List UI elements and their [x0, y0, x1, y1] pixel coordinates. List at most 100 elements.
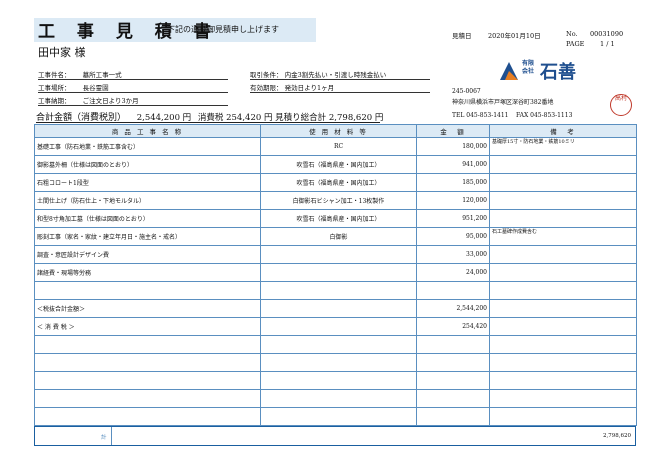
cell-note: [489, 263, 637, 282]
table-row: [34, 389, 637, 408]
cell-amount: [416, 353, 490, 372]
cell-note: 基礎厚15寸・防石地業・鉄筋10ミリ: [489, 137, 637, 156]
cell-note: [489, 245, 637, 264]
cell-material: [260, 353, 417, 372]
table-row: 諸経費・現場等労務 24,000: [34, 263, 637, 282]
work-period-row: 工事納期： ご注文日より3か月: [38, 95, 228, 106]
page-number: 1 / 1: [600, 40, 615, 48]
cell-material: 白御影: [260, 227, 417, 246]
table-row: [34, 353, 637, 372]
cell-material: [260, 407, 417, 426]
cell-name: 石粗コロート1段型: [34, 173, 261, 192]
estimate-table: 商 品 工 事 名 称 使 用 材 料 等 金 額 備 考 基礎工事（防石地業・…: [34, 124, 637, 426]
footer-total: 2,798,620: [603, 433, 631, 439]
cell-note: [489, 371, 637, 390]
table-header-row: 商 品 工 事 名 称 使 用 材 料 等 金 額 備 考: [34, 124, 637, 138]
cell-note: [489, 407, 637, 426]
table-row: 和型8寸角加工墓（仕様は図面のとおり） 吹雪石（福島県産・国内加工） 951,200: [34, 209, 637, 228]
cell-name: [34, 353, 261, 372]
work-period: ご注文日より3か月: [82, 97, 139, 105]
company-tel: TEL 045-853-1411: [452, 112, 509, 119]
cell-note: [489, 209, 637, 228]
page-subtitle: 下記の通り御見積申し上げます: [167, 25, 279, 34]
cell-material: [260, 281, 417, 300]
terms-label: 取引条件：: [250, 71, 283, 79]
cell-amount: 2,544,200: [416, 299, 490, 318]
terms-row: 取引条件： 内金3割先払い・引渡し時残金払い: [250, 69, 430, 80]
cell-amount: 24,000: [416, 263, 490, 282]
header-note: 備 考: [489, 124, 637, 138]
company-type: 有限 会社: [522, 60, 534, 76]
work-name: 墓所工事一式: [82, 71, 122, 79]
terms: 内金3割先払い・引渡し時残金払い: [284, 71, 387, 79]
cell-name: [34, 335, 261, 354]
cell-name: 彫刻工事（家名・家紋・建立年月日・施主名・戒名）: [34, 227, 261, 246]
cell-material: 吹雪石（福島県産・国内加工）: [260, 173, 417, 192]
table-row: 土間仕上げ（防石仕上・下地モルタル） 白御影石ビシャン加工・13枚製作 120,00…: [34, 191, 637, 210]
cell-material: 吹雪石（福島県産・国内加工）: [260, 155, 417, 174]
company-fax: FAX 045-853-1113: [516, 112, 573, 119]
total-label: 合計金額（消費税別）: [36, 113, 127, 123]
cell-material: 白御影石ビシャン加工・13枚製作: [260, 191, 417, 210]
table-row: 基礎工事（防石地業・鉄筋工事含む） RC 180,000 基礎厚15寸・防石地業・鉄筋…: [34, 137, 637, 156]
cell-note: 石工墓碑作成費含む: [489, 227, 637, 246]
cell-amount: [416, 371, 490, 390]
header-item-name: 商 品 工 事 名 称: [34, 124, 261, 138]
work-name-row: 工事件名： 墓所工事一式: [38, 69, 228, 80]
table-row: [34, 335, 637, 354]
cell-name: [34, 389, 261, 408]
cell-amount: 254,420: [416, 317, 490, 336]
table-row: 御影墓外柵（仕様は図面のとおり） 吹雪石（福島県産・国内加工） 941,000: [34, 155, 637, 174]
cell-name: 御影墓外柵（仕様は図面のとおり）: [34, 155, 261, 174]
cell-amount: 120,000: [416, 191, 490, 210]
table-row: [34, 281, 637, 300]
cell-note: [489, 299, 637, 318]
work-place-row: 工事場所： 長谷霊園: [38, 82, 228, 93]
cell-amount: 941,000: [416, 155, 490, 174]
valid-row: 有効期限： 発効日より1ヶ月: [250, 82, 430, 93]
cell-material: [260, 317, 417, 336]
cell-name: 諸経費・現場等労務: [34, 263, 261, 282]
cell-amount: 185,000: [416, 173, 490, 192]
cell-amount: [416, 281, 490, 300]
cell-amount: [416, 407, 490, 426]
work-name-label: 工事件名：: [38, 71, 71, 79]
footer-divider: [111, 427, 112, 445]
cell-amount: [416, 335, 490, 354]
tax-label: 消費税: [197, 113, 224, 123]
work-place: 長谷霊園: [82, 84, 109, 92]
cell-note: [489, 281, 637, 300]
number-label: No.: [566, 30, 578, 38]
postal-code: 245-0067: [452, 88, 481, 95]
cell-note: [489, 155, 637, 174]
valid-label: 有効期限：: [250, 84, 283, 92]
cell-name: [34, 281, 261, 300]
cell-amount: 951,200: [416, 209, 490, 228]
cell-material: [260, 245, 417, 264]
cell-material: RC: [260, 137, 417, 156]
estimate-date: 2020年01月10日: [488, 32, 541, 40]
company-seal: 高村: [610, 94, 632, 116]
work-place-label: 工事場所：: [38, 84, 71, 92]
table-row: 調査・意匠設計デザイン費 33,000: [34, 245, 637, 264]
total-amount: 2,544,200 円: [136, 113, 192, 123]
grand-label: 見積り総合計: [275, 113, 327, 123]
cell-amount: 180,000: [416, 137, 490, 156]
cell-name: [34, 407, 261, 426]
cell-name: [34, 371, 261, 390]
cell-name: ＜税抜合計金額＞: [34, 299, 261, 318]
cell-note: [489, 173, 637, 192]
cell-name: 土間仕上げ（防石仕上・下地モルタル）: [34, 191, 261, 210]
cell-note: [489, 191, 637, 210]
cell-name: 和型8寸角加工墓（仕様は図面のとおり）: [34, 209, 261, 228]
cell-note: [489, 353, 637, 372]
cell-name: ＜ 消 費 税 ＞: [34, 317, 261, 336]
tax-amount: 254,420 円: [226, 113, 273, 123]
company-logo-icon: [500, 62, 518, 80]
header-amount: 金 額: [416, 124, 490, 138]
date-label: 見積日: [452, 32, 472, 40]
footer-label: 計: [101, 435, 107, 441]
company-name: 石善: [540, 62, 576, 83]
cell-amount: 33,000: [416, 245, 490, 264]
table-row: ＜ 消 費 税 ＞ 254,420: [34, 317, 637, 336]
